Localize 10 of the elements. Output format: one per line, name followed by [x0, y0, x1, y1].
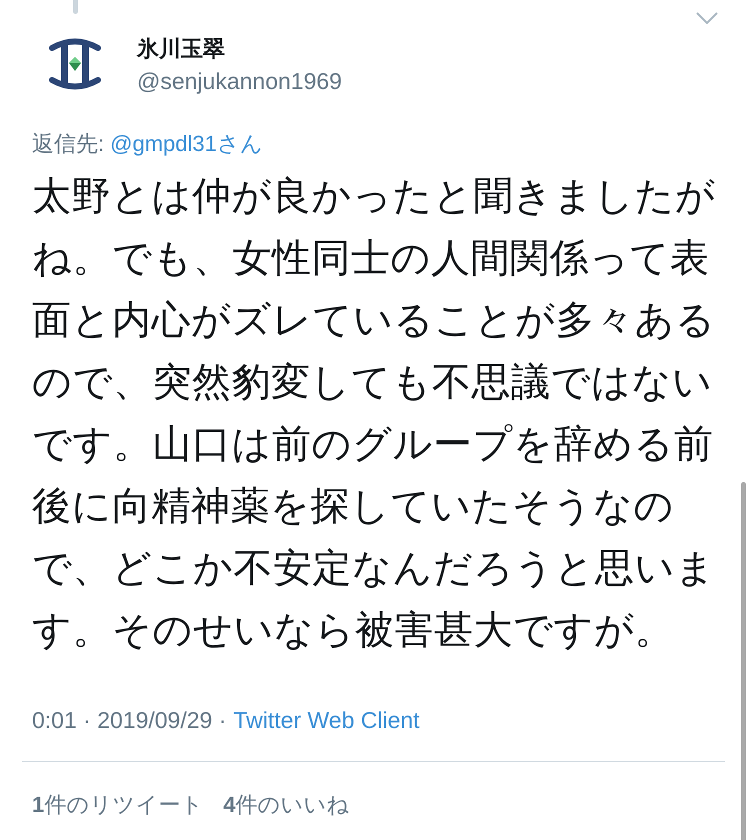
source-link[interactable]: Twitter Web Client [233, 705, 420, 735]
author-handle[interactable]: @senjukannon1969 [137, 66, 342, 96]
gemini-avatar-icon[interactable] [49, 36, 101, 92]
reply-to-label: 返信先: [32, 130, 104, 158]
reply-to-link[interactable]: @gmpdl31さん [110, 129, 263, 159]
timestamp: 0:01 · 2019/09/29 · [32, 706, 226, 735]
author-name[interactable]: 氷川玉翠 [137, 35, 225, 63]
tweet-text: 太野とは仲が良かったと聞きましたがね。でも、女性同士の人間関係って表面と内心がズレていることが多々あるので、突然豹変しても不思議ではないです。山口は前のグループを辞める前後に向精神薬を探していたそうなので、どこか不安定なんだろうと思います。そのせいなら被害甚大ですが。 [32, 174, 716, 654]
like-count[interactable]: 4件のいいね [223, 790, 350, 820]
retweet-count[interactable]: 1件のリツイート [32, 790, 204, 820]
